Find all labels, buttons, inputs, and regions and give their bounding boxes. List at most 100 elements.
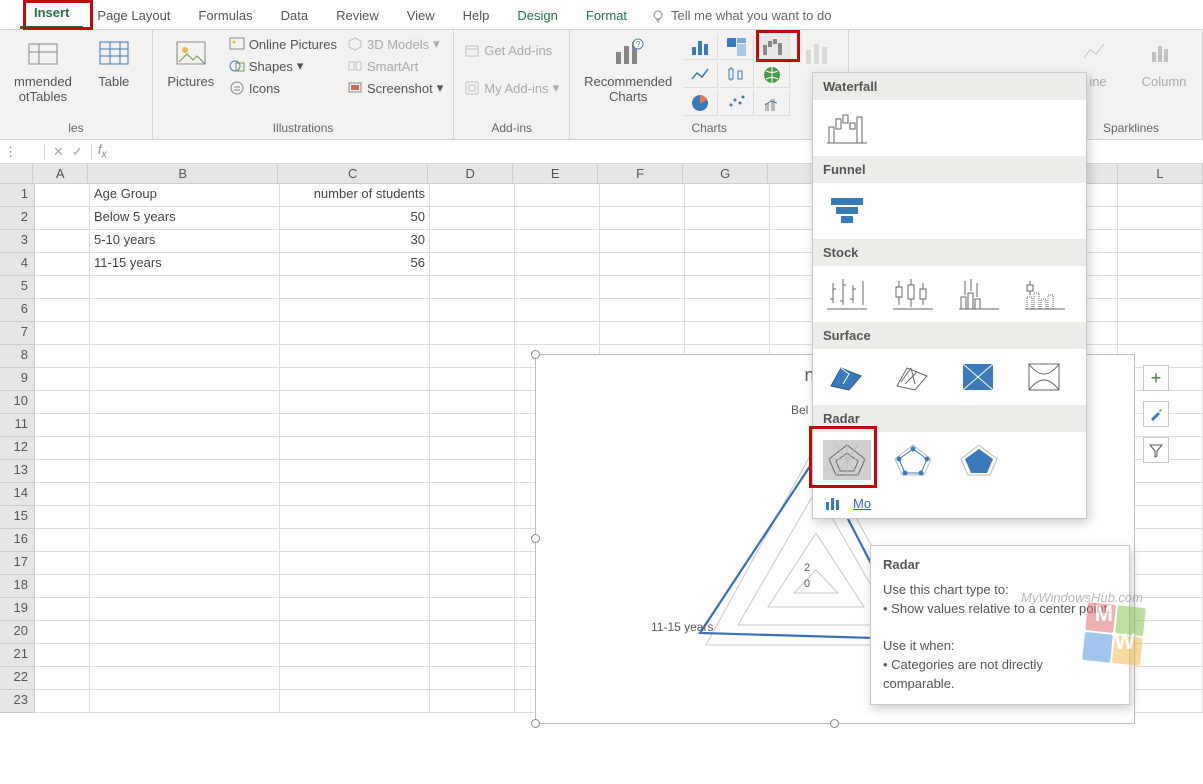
surface-wireframe-contour-option[interactable] <box>1021 357 1069 397</box>
chart-elements-button[interactable]: + <box>1143 365 1169 391</box>
insert-waterfall-chart-button[interactable] <box>756 34 790 60</box>
cell[interactable] <box>430 506 515 529</box>
cell[interactable] <box>90 368 280 391</box>
row-header[interactable]: 18 <box>0 575 35 598</box>
cell[interactable] <box>430 598 515 621</box>
cell[interactable] <box>90 414 280 437</box>
cell[interactable] <box>430 575 515 598</box>
col-header[interactable]: E <box>513 164 598 183</box>
cell[interactable] <box>280 391 430 414</box>
cell[interactable] <box>430 299 515 322</box>
cell[interactable] <box>35 690 90 713</box>
insert-scatter-chart-button[interactable] <box>720 90 754 116</box>
row-header[interactable]: 17 <box>0 552 35 575</box>
chart-styles-button[interactable] <box>1143 401 1169 427</box>
row-header[interactable]: 20 <box>0 621 35 644</box>
col-header[interactable]: F <box>598 164 683 183</box>
cell[interactable] <box>280 506 430 529</box>
cell[interactable] <box>430 322 515 345</box>
col-header[interactable]: C <box>278 164 428 183</box>
cell[interactable] <box>515 322 600 345</box>
insert-pie-chart-button[interactable] <box>684 90 718 116</box>
cell[interactable] <box>35 575 90 598</box>
more-charts-link[interactable]: Mo <box>853 496 871 511</box>
cell[interactable] <box>430 184 515 207</box>
cell[interactable] <box>35 207 90 230</box>
cell[interactable] <box>280 529 430 552</box>
cell[interactable] <box>430 437 515 460</box>
cell[interactable] <box>430 207 515 230</box>
cell[interactable] <box>430 368 515 391</box>
recommended-charts-button[interactable]: ? Recommended Charts <box>578 34 678 108</box>
cell[interactable]: 5-10 years <box>90 230 280 253</box>
cell[interactable] <box>600 322 685 345</box>
cell[interactable] <box>90 644 280 667</box>
cell[interactable] <box>1118 184 1203 207</box>
cell[interactable] <box>35 184 90 207</box>
cell[interactable] <box>685 276 770 299</box>
row-header[interactable]: 23 <box>0 690 35 713</box>
resize-handle[interactable] <box>531 534 540 543</box>
tab-help[interactable]: Help <box>449 2 504 29</box>
online-pictures-button[interactable]: Online Pictures <box>227 34 339 54</box>
cell[interactable] <box>280 322 430 345</box>
row-header[interactable]: 4 <box>0 253 35 276</box>
cell[interactable] <box>685 299 770 322</box>
get-addins-button[interactable]: Get Add-ins <box>462 40 561 60</box>
row-header[interactable]: 11 <box>0 414 35 437</box>
resize-handle[interactable] <box>531 719 540 728</box>
pictures-button[interactable]: Pictures <box>161 34 221 93</box>
cancel-formula-icon[interactable]: ✕ <box>53 144 64 160</box>
row-header[interactable]: 8 <box>0 345 35 368</box>
cell[interactable] <box>90 460 280 483</box>
tab-review[interactable]: Review <box>322 2 393 29</box>
recommended-pivottables-button[interactable]: mmended otTables <box>8 34 78 108</box>
cell[interactable] <box>90 621 280 644</box>
stock-vhloc-option[interactable] <box>955 274 1003 314</box>
row-header[interactable]: 1 <box>0 184 35 207</box>
cell[interactable] <box>280 414 430 437</box>
row-header[interactable]: 15 <box>0 506 35 529</box>
cell[interactable] <box>685 230 770 253</box>
cell[interactable] <box>90 437 280 460</box>
cell[interactable] <box>430 667 515 690</box>
row-header[interactable]: 7 <box>0 322 35 345</box>
screenshot-button[interactable]: Screenshot ▾ <box>345 78 445 98</box>
cell[interactable] <box>35 230 90 253</box>
cell[interactable]: 56 <box>280 253 430 276</box>
cell[interactable] <box>1118 207 1203 230</box>
cell[interactable]: 50 <box>280 207 430 230</box>
more-charts-row[interactable]: Mo <box>813 488 1086 518</box>
cell[interactable] <box>35 483 90 506</box>
cell[interactable] <box>600 299 685 322</box>
cell[interactable] <box>685 207 770 230</box>
row-header[interactable]: 12 <box>0 437 35 460</box>
col-header[interactable]: G <box>683 164 768 183</box>
cell[interactable] <box>280 690 430 713</box>
cell[interactable] <box>90 598 280 621</box>
cell[interactable] <box>90 276 280 299</box>
row-header[interactable]: 13 <box>0 460 35 483</box>
cell[interactable] <box>430 230 515 253</box>
my-addins-button[interactable]: My Add-ins ▾ <box>462 78 561 98</box>
radar-option[interactable] <box>823 440 871 480</box>
tab-design[interactable]: Design <box>503 2 571 29</box>
cell[interactable] <box>600 184 685 207</box>
cell[interactable]: Below 5 years <box>90 207 280 230</box>
insert-hierarchy-chart-button[interactable] <box>720 34 754 60</box>
cell[interactable] <box>1118 276 1203 299</box>
cell[interactable] <box>280 299 430 322</box>
cell[interactable] <box>35 598 90 621</box>
cell[interactable] <box>35 345 90 368</box>
cell[interactable] <box>600 230 685 253</box>
cell[interactable] <box>280 598 430 621</box>
radar-markers-option[interactable] <box>889 440 937 480</box>
cell[interactable] <box>280 667 430 690</box>
resize-handle[interactable] <box>531 350 540 359</box>
cell[interactable] <box>35 391 90 414</box>
row-header[interactable]: 9 <box>0 368 35 391</box>
name-box[interactable]: ⋮ <box>0 144 45 160</box>
cell[interactable] <box>90 322 280 345</box>
cell[interactable] <box>280 644 430 667</box>
cell[interactable] <box>90 483 280 506</box>
